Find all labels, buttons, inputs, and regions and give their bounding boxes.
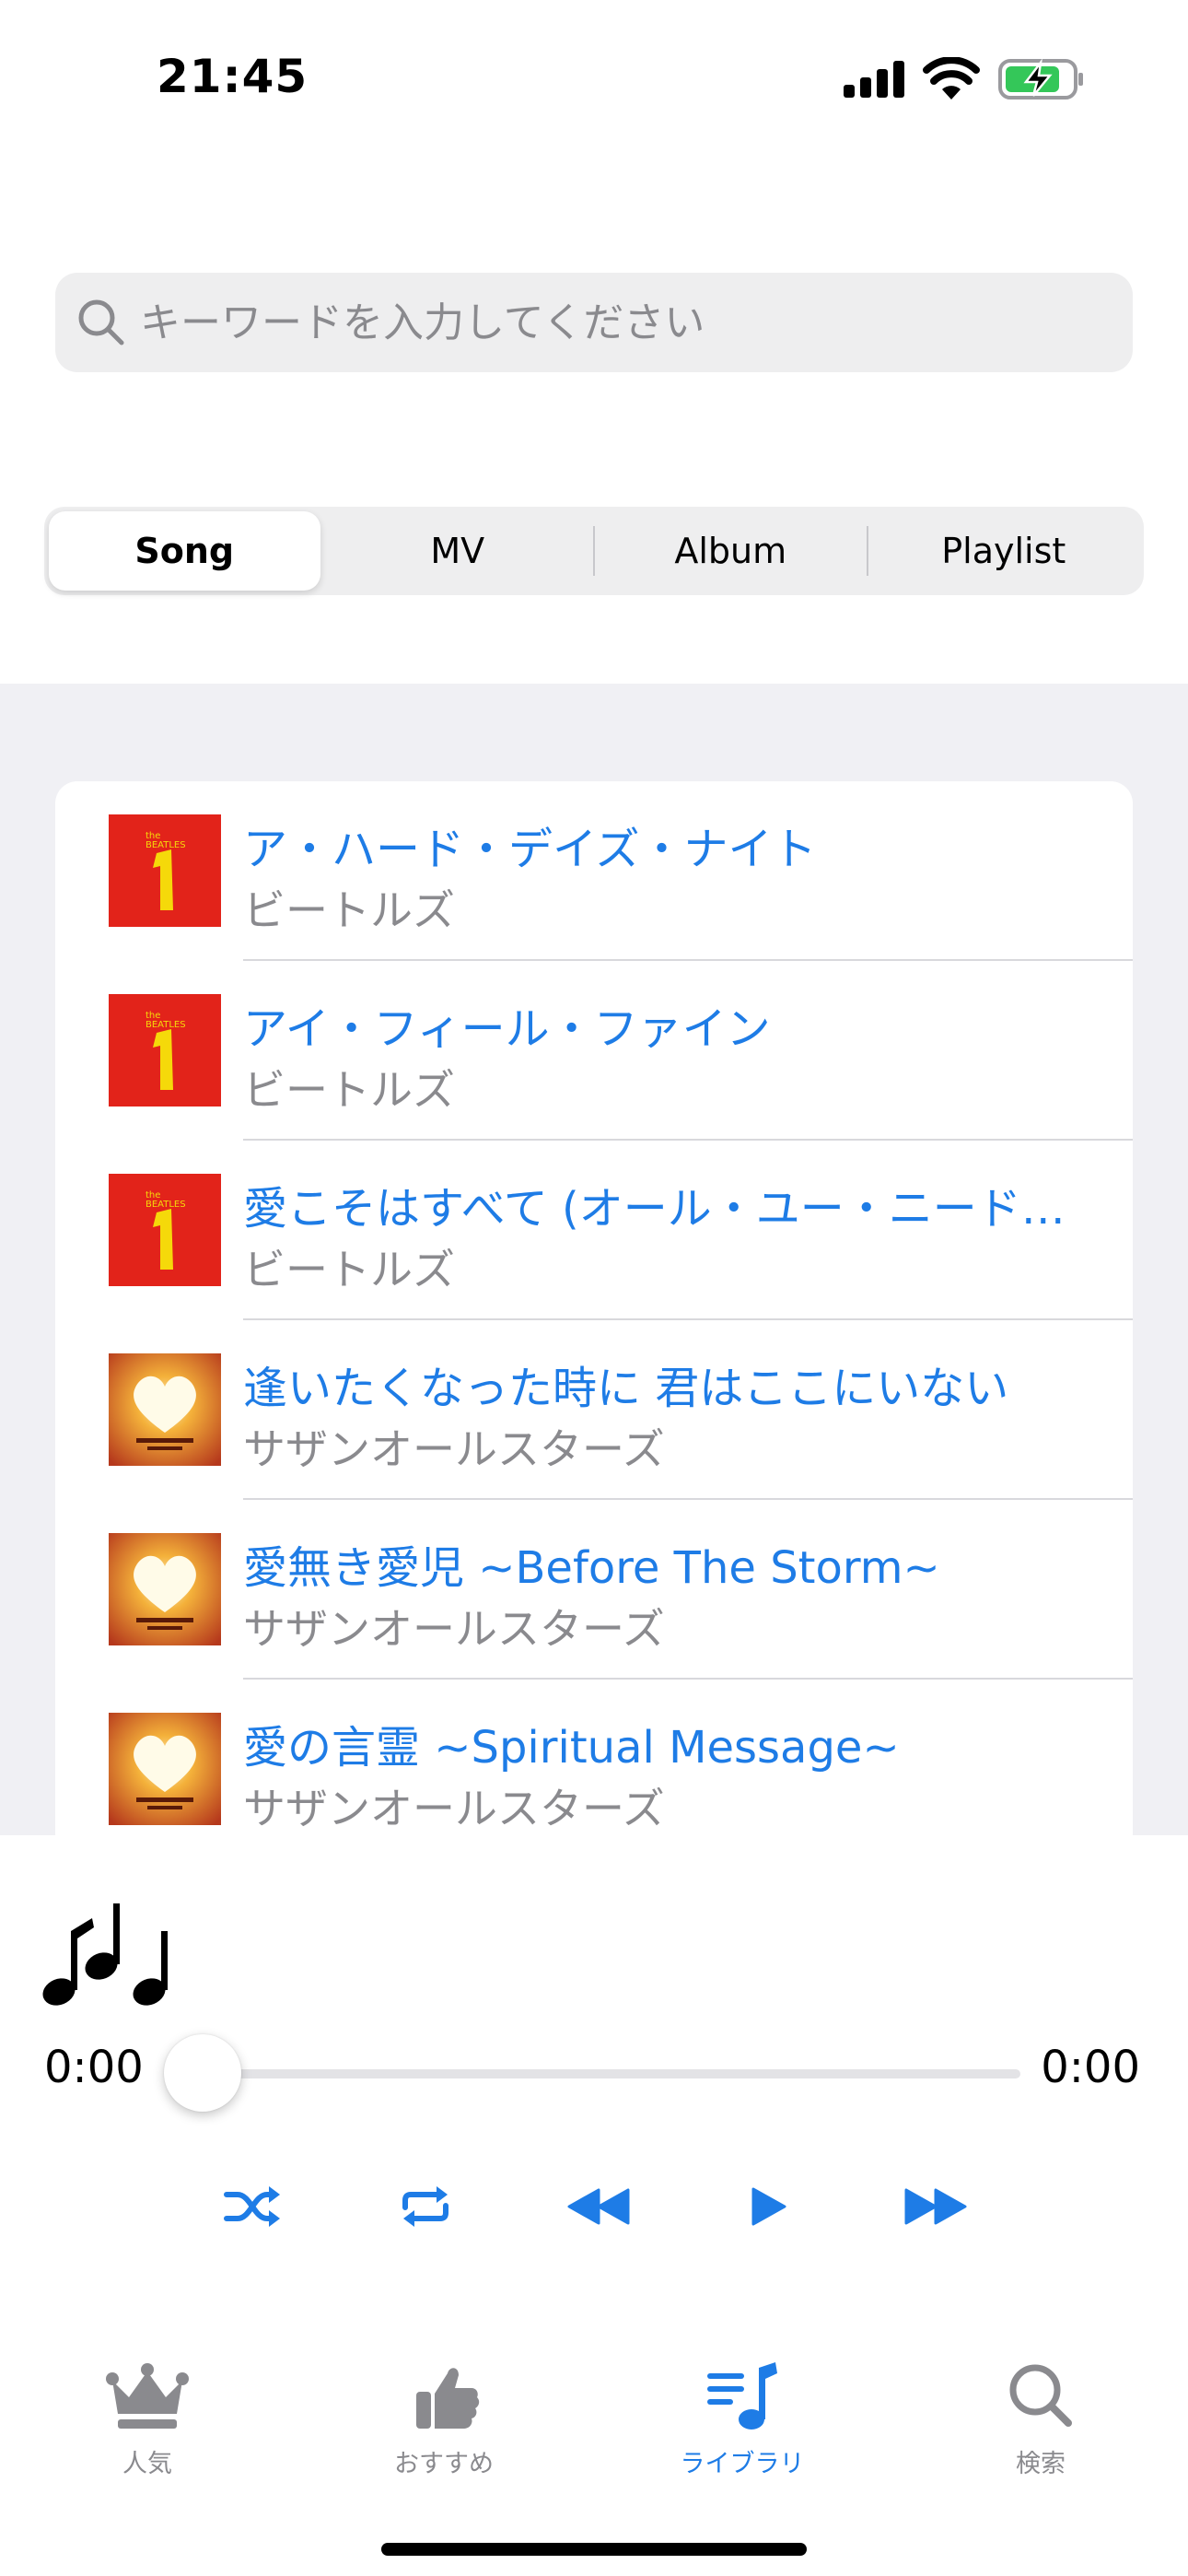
tab-label: 検索: [1016, 2450, 1066, 2478]
tab-label: おすすめ: [394, 2450, 494, 2478]
song-title: 愛の言霊 ~Spiritual Message~: [243, 1722, 900, 1774]
song-row[interactable]: the BEATLES ア・ハード・デイズ・ナイト ビートルズ: [55, 781, 1133, 961]
current-time: 0:00: [44, 2042, 144, 2093]
fast-forward-button[interactable]: [899, 2176, 973, 2237]
segmented-control: Song MV Album Playlist: [44, 507, 1144, 595]
mini-player: 0:00 0:00: [0, 1835, 1188, 2296]
song-artist: ビートルズ: [243, 1065, 455, 1115]
song-list: the BEATLES ア・ハード・デイズ・ナイト ビートルズ the BEAT…: [55, 781, 1133, 1835]
tab-recommended[interactable]: おすすめ: [343, 2360, 545, 2499]
sunset-heart-album-art: [109, 1713, 221, 1825]
segment-album[interactable]: Album: [595, 511, 867, 591]
segment-mv[interactable]: MV: [322, 511, 594, 591]
cellular-signal-icon: [844, 61, 904, 98]
repeat-button[interactable]: [389, 2176, 462, 2237]
progress-slider-knob[interactable]: [164, 2034, 241, 2112]
play-icon: [751, 2187, 786, 2226]
svg-text:BEATLES: BEATLES: [146, 1020, 186, 1030]
song-row[interactable]: 愛の言霊 ~Spiritual Message~ サザンオールスターズ: [55, 1680, 1133, 1835]
shuffle-icon: [224, 2186, 280, 2227]
segment-playlist[interactable]: Playlist: [868, 511, 1140, 591]
song-artist: サザンオールスターズ: [243, 1424, 665, 1474]
music-library-icon: [707, 2362, 777, 2430]
song-title: ア・ハード・デイズ・ナイト: [243, 824, 817, 875]
song-row[interactable]: the BEATLES 愛こそはすべて (オール・ユー・ニード… ビートルズ: [55, 1141, 1133, 1320]
status-time: 21:45: [157, 50, 309, 103]
beatles-1-album-art: the BEATLES: [109, 1174, 221, 1286]
svg-text:BEATLES: BEATLES: [146, 1200, 186, 1210]
tab-label: 人気: [122, 2450, 172, 2478]
tab-bar: 人気 おすすめ ライブラリ 検索: [0, 2296, 1188, 2576]
sunset-heart-album-art: [109, 1353, 221, 1466]
search-icon: [78, 299, 124, 345]
repeat-icon: [402, 2186, 448, 2227]
song-row[interactable]: 愛無き愛児 ~Before The Storm~ サザンオールスターズ: [55, 1500, 1133, 1680]
song-title: 愛無き愛児 ~Before The Storm~: [243, 1542, 940, 1594]
rewind-icon: [567, 2188, 630, 2225]
search-icon: [1009, 2364, 1072, 2427]
svg-text:BEATLES: BEATLES: [146, 840, 186, 850]
music-notes-icon: [42, 1903, 168, 2006]
song-artist: サザンオールスターズ: [243, 1604, 665, 1654]
fast-forward-icon: [904, 2188, 967, 2225]
thumbs-up-icon: [416, 2368, 480, 2429]
tab-popular[interactable]: 人気: [46, 2360, 249, 2499]
song-artist: サザンオールスターズ: [243, 1784, 665, 1833]
tab-label: ライブラリ: [680, 2450, 805, 2478]
song-title: 愛こそはすべて (オール・ユー・ニード…: [243, 1183, 1066, 1235]
play-button[interactable]: [731, 2176, 805, 2237]
search-input[interactable]: [140, 273, 1116, 372]
wifi-icon: [923, 57, 980, 100]
beatles-1-album-art: the BEATLES: [109, 994, 221, 1107]
song-title: 逢いたくなった時に 君はここにいない: [243, 1363, 1009, 1414]
battery-charging-icon: [998, 59, 1083, 100]
song-row[interactable]: 逢いたくなった時に 君はここにいない サザンオールスターズ: [55, 1320, 1133, 1500]
status-bar: 21:45: [0, 0, 1188, 157]
shuffle-button[interactable]: [215, 2176, 289, 2237]
song-artist: ビートルズ: [243, 885, 455, 935]
rewind-button[interactable]: [562, 2176, 635, 2237]
sunset-heart-album-art: [109, 1533, 221, 1645]
song-list-area[interactable]: the BEATLES ア・ハード・デイズ・ナイト ビートルズ the BEAT…: [0, 684, 1188, 1835]
search-bar[interactable]: [55, 273, 1133, 372]
song-row[interactable]: the BEATLES アイ・フィール・ファイン ビートルズ: [55, 961, 1133, 1141]
home-indicator[interactable]: [381, 2543, 807, 2556]
tab-library[interactable]: ライブラリ: [641, 2360, 844, 2499]
beatles-1-album-art: the BEATLES: [109, 814, 221, 927]
crown-icon: [106, 2363, 189, 2429]
segment-song[interactable]: Song: [49, 511, 320, 591]
total-time: 0:00: [1041, 2042, 1140, 2093]
song-title: アイ・フィール・ファイン: [243, 1003, 771, 1055]
tab-search[interactable]: 検索: [939, 2360, 1142, 2499]
progress-track[interactable]: [199, 2069, 1020, 2078]
song-artist: ビートルズ: [243, 1245, 455, 1294]
